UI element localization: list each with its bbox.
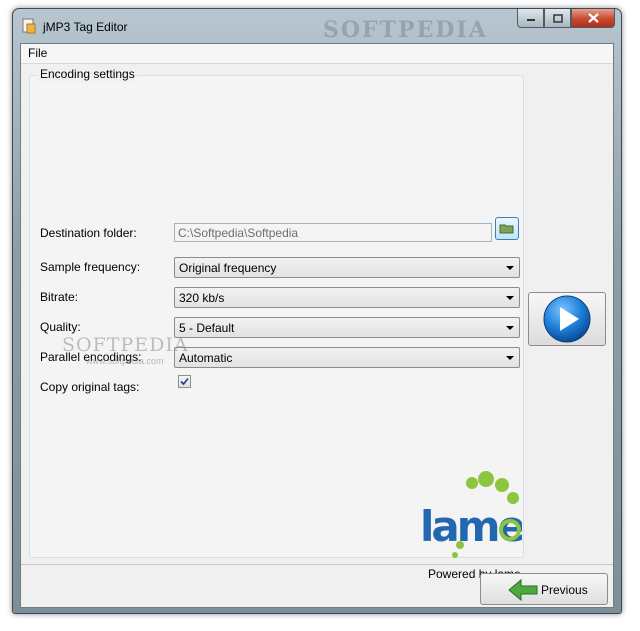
play-icon (543, 295, 591, 343)
sample-frequency-value: Original frequency (179, 261, 277, 275)
chevron-down-icon (506, 356, 514, 360)
lame-logo: lame (420, 471, 522, 558)
maximize-icon (552, 13, 563, 23)
checkmark-icon (180, 377, 189, 386)
close-icon (587, 13, 599, 23)
window-title: jMP3 Tag Editor (43, 20, 128, 34)
chevron-down-icon (506, 266, 514, 270)
chevron-down-icon (506, 326, 514, 330)
client-area: File Encoding settings Destination folde… (20, 43, 614, 608)
quality-value: 5 - Default (179, 321, 235, 335)
browse-folder-button[interactable] (495, 217, 519, 240)
destination-label: Destination folder: (40, 226, 137, 240)
copy-tags-checkbox[interactable] (178, 375, 191, 388)
previous-label: Previous (541, 583, 588, 597)
footer-divider (21, 564, 613, 565)
title-watermark: SOFTPEDIA (323, 17, 488, 43)
group-legend: Encoding settings (38, 67, 137, 81)
previous-button[interactable]: Previous (480, 573, 608, 605)
close-button[interactable] (571, 9, 615, 28)
minimize-icon (526, 19, 535, 21)
destination-field[interactable]: C:\Softpedia\Softpedia (174, 223, 492, 242)
copy-tags-label: Copy original tags: (40, 380, 140, 394)
menu-file[interactable]: File (25, 46, 50, 60)
folder-icon (499, 224, 514, 234)
encoding-settings-group: Encoding settings Destination folder: C:… (29, 67, 524, 581)
quality-select[interactable]: 5 - Default (174, 317, 520, 338)
quality-label: Quality: (40, 320, 81, 334)
app-icon (22, 18, 36, 34)
parallel-encodings-select[interactable]: Automatic (174, 347, 520, 368)
sample-frequency-select[interactable]: Original frequency (174, 257, 520, 278)
softpedia-watermark: SOFTPEDIA (62, 334, 189, 356)
bitrate-select[interactable]: 320 kb/s (174, 287, 520, 308)
softpedia-watermark-url: www.softpedia.com (86, 356, 164, 366)
bitrate-label: Bitrate: (40, 290, 79, 304)
sample-frequency-label: Sample frequency: (40, 260, 141, 274)
start-encoding-button[interactable] (528, 292, 606, 346)
app-window: jMP3 Tag Editor SOFTPEDIA File Encoding … (12, 8, 622, 614)
minimize-button[interactable] (517, 9, 544, 28)
chevron-down-icon (506, 296, 514, 300)
maximize-button[interactable] (544, 9, 571, 28)
menu-bar: File (21, 44, 613, 64)
back-arrow-icon (508, 578, 538, 602)
lame-logo-text: lame (420, 502, 522, 551)
bitrate-value: 320 kb/s (179, 291, 225, 305)
title-bar[interactable]: jMP3 Tag Editor SOFTPEDIA (13, 9, 621, 43)
destination-value: C:\Softpedia\Softpedia (178, 226, 299, 240)
